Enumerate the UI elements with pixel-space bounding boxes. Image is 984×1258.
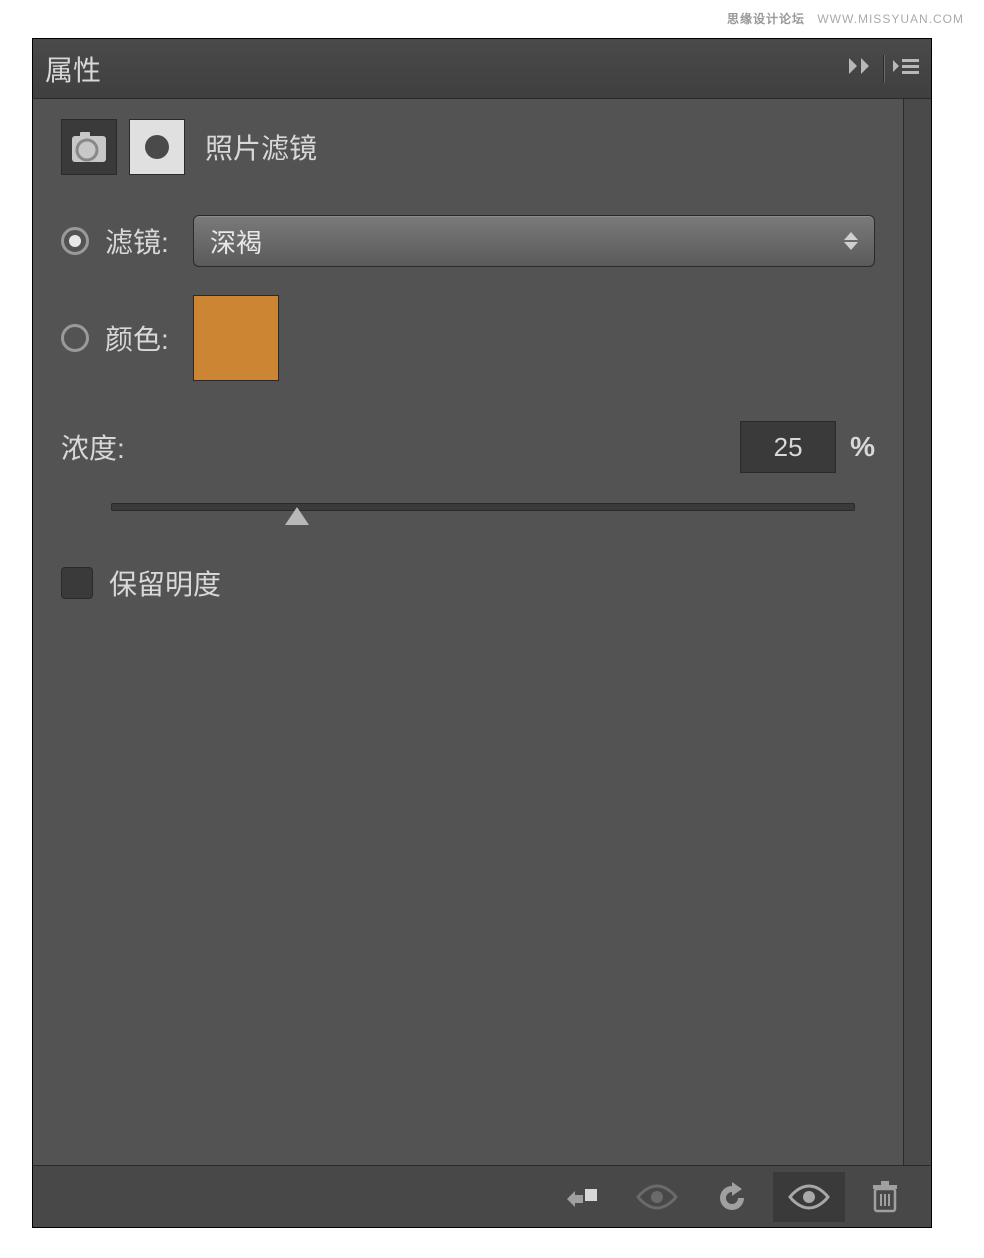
- density-value-wrap: 25 %: [740, 421, 875, 473]
- adjustment-icon-button[interactable]: [61, 119, 117, 175]
- panel-title: 属性: [45, 49, 101, 89]
- mask-icon: [140, 130, 174, 164]
- panel-menu-icon[interactable]: [893, 56, 919, 81]
- reset-button[interactable]: [697, 1172, 769, 1222]
- density-input[interactable]: 25: [740, 421, 836, 473]
- preserve-luminosity-checkbox[interactable]: [61, 567, 93, 599]
- mask-icon-button[interactable]: [129, 119, 185, 175]
- panel-body: 照片滤镜 滤镜: 深褐 颜色: 浓度:: [33, 99, 931, 1165]
- filter-dropdown[interactable]: 深褐: [193, 215, 875, 267]
- photo-filter-icon: [69, 130, 109, 164]
- filter-selected-value: 深褐: [210, 223, 262, 260]
- panel-header: 属性: [33, 39, 931, 99]
- preserve-luminosity-label: 保留明度: [109, 563, 221, 603]
- preserve-luminosity-row: 保留明度: [61, 563, 875, 603]
- scrollbar[interactable]: [903, 99, 931, 1165]
- filter-radio[interactable]: [61, 227, 89, 255]
- watermark-url: WWW.MISSYUAN.COM: [817, 12, 964, 26]
- panel-footer: [33, 1165, 931, 1227]
- divider: [883, 55, 885, 83]
- watermark: 思缘设计论坛 WWW.MISSYUAN.COM: [727, 10, 964, 27]
- color-label: 颜色:: [105, 318, 177, 358]
- content-area: 照片滤镜 滤镜: 深褐 颜色: 浓度:: [33, 99, 903, 1165]
- header-controls: [847, 55, 919, 83]
- watermark-cn: 思缘设计论坛: [727, 12, 805, 26]
- density-unit: %: [850, 431, 875, 463]
- dropdown-arrows-icon: [844, 232, 858, 250]
- visibility-button[interactable]: [773, 1172, 845, 1222]
- density-value: 25: [774, 432, 803, 463]
- delete-button[interactable]: [849, 1172, 921, 1222]
- color-row: 颜色:: [61, 295, 875, 381]
- color-swatch[interactable]: [193, 295, 279, 381]
- properties-panel: 属性: [32, 38, 932, 1228]
- density-label: 浓度:: [61, 427, 125, 467]
- slider-track: [111, 503, 855, 511]
- density-slider[interactable]: [111, 493, 855, 523]
- slider-thumb[interactable]: [285, 507, 309, 525]
- adjustment-type-label: 照片滤镜: [205, 127, 317, 167]
- filter-row: 滤镜: 深褐: [61, 215, 875, 267]
- collapse-icon[interactable]: [847, 56, 875, 81]
- view-previous-button[interactable]: [621, 1172, 693, 1222]
- color-radio[interactable]: [61, 324, 89, 352]
- clip-to-layer-button[interactable]: [545, 1172, 617, 1222]
- adjustment-type-row: 照片滤镜: [61, 119, 875, 175]
- density-row: 浓度: 25 %: [61, 421, 875, 473]
- filter-label: 滤镜:: [105, 221, 177, 261]
